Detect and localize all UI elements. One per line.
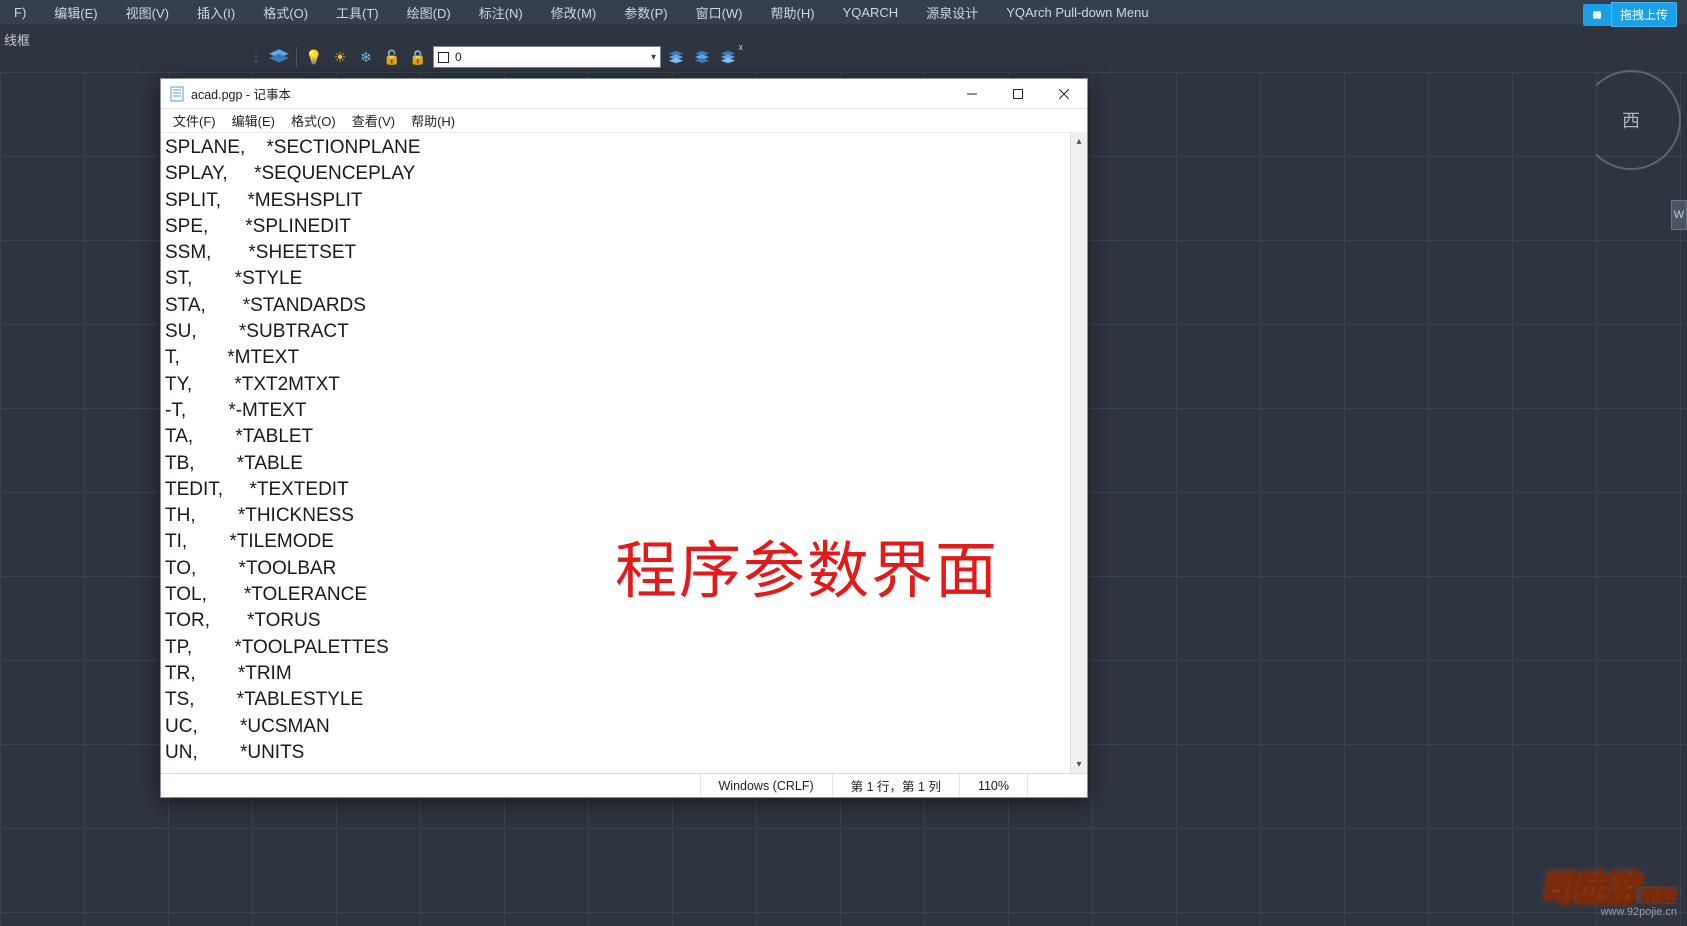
layer-previous-icon[interactable] [691,46,713,68]
status-cursor-position: 第 1 行，第 1 列 [832,774,959,797]
layer-on-icon[interactable]: 💡 [303,46,325,68]
np-menu-view[interactable]: 查看(V) [344,109,403,132]
notepad-statusbar: Windows (CRLF) 第 1 行，第 1 列 110% [161,773,1087,797]
menu-view[interactable]: 视图(V) [112,0,183,25]
toolbar-separator [296,47,297,67]
menu-file-fragment[interactable]: F) [0,2,40,23]
notepad-menubar: 文件(F) 编辑(E) 格式(O) 查看(V) 帮助(H) [161,109,1087,133]
cad-main-menubar: F) 编辑(E) 视图(V) 插入(I) 格式(O) 工具(T) 绘图(D) 标… [0,0,1687,24]
layer-unlock-icon[interactable]: 🔓 [381,46,403,68]
chevron-down-icon: ▾ [651,52,656,63]
menu-format[interactable]: 格式(O) [249,0,322,25]
menu-window[interactable]: 窗口(W) [682,0,757,25]
scroll-track[interactable] [1071,150,1087,756]
close-button[interactable] [1041,79,1087,109]
upload-badge[interactable]: 拖拽上传 [1583,2,1677,27]
cloud-icon[interactable] [1583,4,1611,26]
menu-yuanquan[interactable]: 源泉设计 [912,0,992,25]
layer-lock-icon[interactable]: 🔒 [407,46,429,68]
scroll-up-icon[interactable]: ▴ [1071,133,1087,150]
watermark-logo: 司徒游评论坛 www.92pojie.cn [1540,861,1677,918]
menu-yqarch[interactable]: YQARCH [829,2,913,23]
notepad-window: acad.pgp - 记事本 文件(F) 编辑(E) 格式(O) 查看(V) 帮… [160,78,1088,798]
layer-make-current-icon[interactable] [665,46,687,68]
layer-name: 0 [455,50,462,64]
drag-upload-label[interactable]: 拖拽上传 [1611,2,1677,27]
viewcube[interactable]: 西 [1581,70,1681,170]
visual-style-label[interactable]: 线框 [0,28,34,51]
minimize-button[interactable] [949,79,995,109]
notepad-icon [169,86,185,102]
menu-tools[interactable]: 工具(T) [322,0,393,25]
layer-freeze-icon[interactable]: ☀ [329,46,351,68]
menu-modify[interactable]: 修改(M) [537,0,611,25]
status-zoom: 110% [959,774,1027,797]
menu-draw[interactable]: 绘图(D) [393,0,465,25]
vertical-scrollbar[interactable]: ▴ ▾ [1070,133,1087,773]
layer-color-swatch [438,52,449,63]
logo-main-text: 司徒游 [1540,870,1636,908]
menu-edit[interactable]: 编辑(E) [40,0,111,25]
np-menu-file[interactable]: 文件(F) [165,109,224,132]
layer-state-icon[interactable] [717,46,739,68]
notepad-title: acad.pgp - 记事本 [191,84,949,103]
toolbar-grip-icon[interactable]: ⋮ [250,50,262,64]
navbar-handle[interactable]: W [1671,200,1687,230]
status-encoding: Windows (CRLF) [700,774,832,797]
viewcube-face-label: 西 [1622,107,1640,133]
menu-yqarch-pulldown[interactable]: YQArch Pull-down Menu [992,2,1162,23]
layer-toolbar: ⋮ 💡 ☀ ❄ 🔓 🔒 0 ▾ [250,46,739,68]
layer-vpfreeze-icon[interactable]: ❄ [355,46,377,68]
logo-tail-text: 评论坛 [1636,887,1677,904]
menu-help[interactable]: 帮助(H) [757,0,829,25]
np-menu-edit[interactable]: 编辑(E) [224,109,283,132]
maximize-button[interactable] [995,79,1041,109]
notepad-text-area[interactable]: SPLANE, *SECTIONPLANE SPLAY, *SEQUENCEPL… [161,133,1070,773]
np-menu-format[interactable]: 格式(O) [283,109,344,132]
np-menu-help[interactable]: 帮助(H) [403,109,463,132]
menu-dimension[interactable]: 标注(N) [465,0,537,25]
menu-parametric[interactable]: 参数(P) [610,0,681,25]
layer-dropdown[interactable]: 0 ▾ [433,46,661,68]
scroll-down-icon[interactable]: ▾ [1071,756,1087,773]
notepad-titlebar[interactable]: acad.pgp - 记事本 [161,79,1087,109]
menu-insert[interactable]: 插入(I) [183,0,249,25]
layer-properties-icon[interactable] [268,46,290,68]
